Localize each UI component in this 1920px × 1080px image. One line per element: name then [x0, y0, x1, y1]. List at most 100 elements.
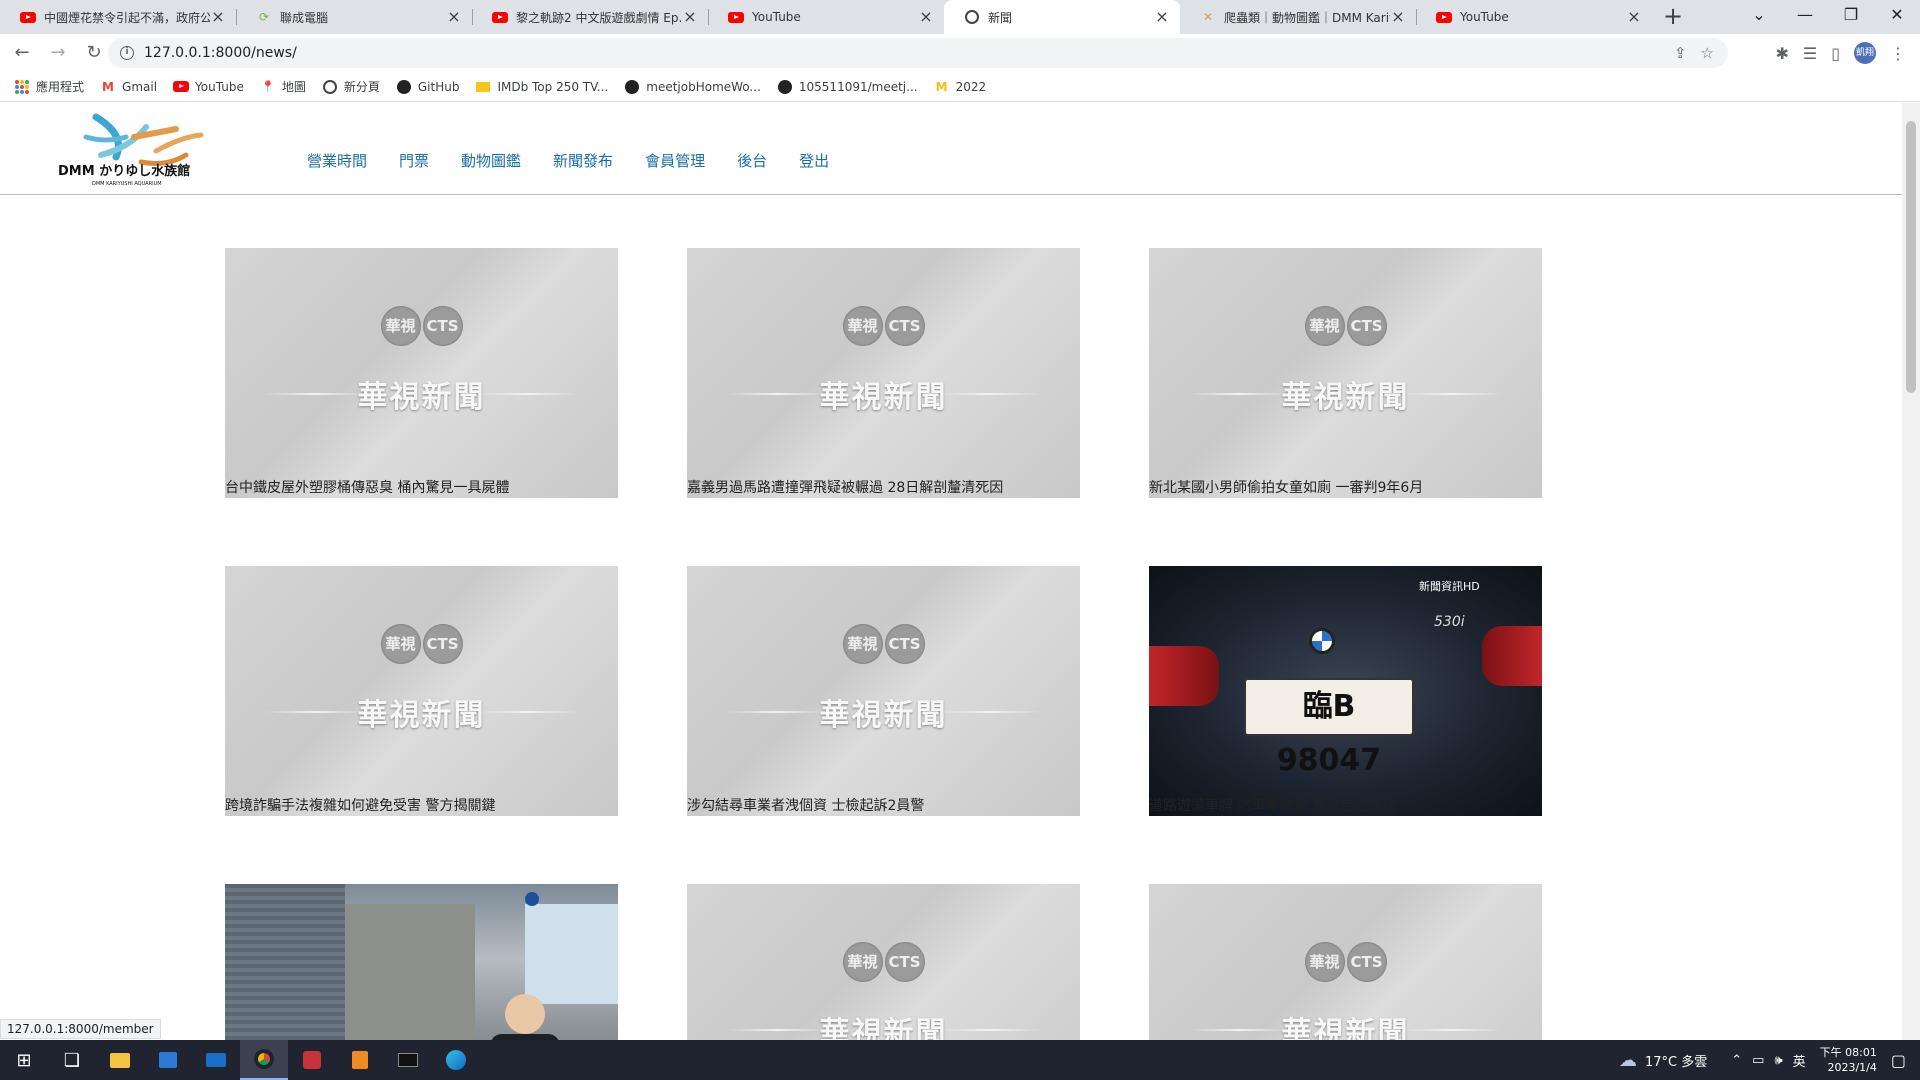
site-nav-link[interactable]: 營業時間 — [307, 150, 367, 171]
news-caption[interactable]: 涉勾結尋車業者洩個資 士檢起訴2員警 — [687, 796, 1080, 816]
restore-button[interactable]: ❐ — [1828, 0, 1874, 34]
close-tab-icon[interactable]: × — [1154, 9, 1170, 25]
reload-button[interactable]: ↻ — [80, 39, 108, 67]
news-thumbnail[interactable]: 華視 CTS 華視新聞 — [1149, 884, 1542, 1040]
weather-widget[interactable]: ☁ 17°C 多雲 — [1619, 1050, 1707, 1071]
weather-text: 17°C 多雲 — [1644, 1054, 1708, 1070]
task-view-icon[interactable]: ❏ — [48, 1040, 96, 1080]
sublime-text-icon[interactable] — [336, 1040, 384, 1080]
news-card[interactable]: 華視 CTS 華視新聞 — [687, 884, 1080, 1040]
file-explorer-icon[interactable] — [96, 1040, 144, 1080]
avatar[interactable]: 凱翔 — [1854, 42, 1876, 64]
news-caption[interactable]: 嘉義男過馬路遭撞彈飛疑被輾過 28日解剖釐清死因 — [687, 478, 1080, 498]
windows-start-icon[interactable]: ⊞ — [0, 1040, 48, 1080]
share-icon[interactable]: ⇪ — [1674, 44, 1687, 62]
news-card[interactable]: 華視 CTS 華視新聞 涉勾結尋車業者洩個資 士檢起訴2員警 — [687, 566, 1080, 816]
site-logo[interactable]: DMM かりゆし水族館 DMM KARIYUSHI AQUARIUM — [56, 107, 246, 189]
news-card[interactable] — [225, 884, 618, 1040]
bookmark-item[interactable]: meetjobHomeWo... — [624, 79, 761, 95]
browser-tab[interactable]: 中國煙花禁令引起不滿，政府公 × — [0, 0, 236, 34]
bookmark-item[interactable]: M 2022 — [934, 79, 987, 95]
news-card[interactable]: 華視 CTS 華視新聞 — [1149, 884, 1542, 1040]
news-thumbnail[interactable]: 華視 CTS 華視新聞 — [1149, 248, 1542, 498]
news-thumbnail[interactable]: 華視 CTS 華視新聞 — [225, 248, 618, 498]
site-nav-link[interactable]: 動物圖鑑 — [461, 150, 521, 171]
extensions-icon[interactable]: ✱ — [1775, 44, 1788, 63]
close-window-button[interactable]: ✕ — [1874, 0, 1920, 34]
address-bar[interactable]: i 127.0.0.1:8000/news/ ⇪ ☆ — [108, 38, 1728, 68]
site-info-icon[interactable]: i — [120, 46, 134, 60]
store-icon[interactable] — [144, 1040, 192, 1080]
new-tab-button[interactable]: + — [1656, 0, 1690, 34]
side-panel-icon[interactable]: ▯ — [1831, 44, 1840, 63]
bookmark-item[interactable]: GitHub — [396, 79, 459, 95]
news-thumbnail[interactable]: 華視 CTS 華視新聞 — [687, 884, 1080, 1040]
window-controls: ⌄ — ❐ ✕ — [1736, 0, 1920, 34]
back-button[interactable]: ← — [8, 39, 36, 67]
terminal-icon[interactable] — [384, 1040, 432, 1080]
news-card[interactable]: 華視 CTS 華視新聞 台中鐵皮屋外塑膠桶傳惡臭 桶內驚見一具屍體 — [225, 248, 618, 498]
browser-tab[interactable]: 黎之軌跡2 中文版遊戲劇情 Ep.3 × — [472, 0, 708, 34]
browser-tab[interactable]: YouTube × — [1416, 0, 1652, 34]
news-thumbnail[interactable]: 華視 CTS 華視新聞 — [687, 248, 1080, 498]
address-url[interactable]: 127.0.0.1:8000/news/ — [144, 45, 297, 61]
chrome-icon[interactable] — [240, 1040, 288, 1080]
site-nav-link[interactable]: 會員管理 — [645, 150, 705, 171]
news-caption[interactable]: 新北某國小男師偷拍女童如廁 一審判9年6月 — [1149, 478, 1542, 498]
notification-icon[interactable]: ▢ — [1891, 1051, 1906, 1070]
ime-indicator[interactable]: 英 — [1793, 1051, 1806, 1070]
volume-icon[interactable]: 🕪 — [1774, 1053, 1782, 1068]
close-tab-icon[interactable]: × — [1390, 9, 1406, 25]
news-caption[interactable]: 跨境詐騙手法複雜如何避免受害 警方揭關鍵 — [225, 796, 618, 816]
network-icon[interactable]: ▭ — [1752, 1053, 1764, 1068]
cts-badge: 華視 — [842, 942, 883, 982]
reading-list-icon[interactable]: ☰ — [1803, 44, 1817, 63]
scrollbar-thumb[interactable] — [1906, 121, 1916, 393]
browser-tab[interactable]: YouTube × — [708, 0, 944, 34]
browser-tab[interactable]: ✕ 爬蟲類｜動物圖鑑｜DMM Kariy × — [1180, 0, 1416, 34]
news-thumbnail[interactable]: 華視 CTS 華視新聞 — [225, 566, 618, 816]
news-card[interactable]: 華視 CTS 華視新聞 跨境詐騙手法複雜如何避免受害 警方揭關鍵 — [225, 566, 618, 816]
site-nav-link[interactable]: 登出 — [799, 150, 829, 171]
cts-badge: CTS — [422, 624, 463, 664]
news-thumbnail[interactable]: 華視 CTS 華視新聞 — [687, 566, 1080, 816]
minimize-button[interactable]: — — [1782, 0, 1828, 34]
bookmark-item[interactable]: 應用程式 — [14, 78, 84, 95]
browser-tab[interactable]: ⟳ 聯成電腦 × — [236, 0, 472, 34]
bookmark-item[interactable]: IMDb Top 250 TV... — [475, 79, 608, 95]
mail-icon[interactable] — [192, 1040, 240, 1080]
news-caption[interactable]: 台中鐵皮屋外塑膠桶傳惡臭 桶內驚見一具屍體 — [225, 478, 618, 498]
close-tab-icon[interactable]: × — [918, 9, 934, 25]
news-thumbnail[interactable]: 新聞資訊HD 530i 臨B 98047 — [1149, 566, 1542, 816]
bookmark-item[interactable]: 105511091/meetj... — [777, 79, 918, 95]
edge-icon[interactable] — [432, 1040, 480, 1080]
bookmark-item[interactable]: M Gmail — [100, 79, 157, 95]
bookmark-star-icon[interactable]: ☆ — [1701, 44, 1714, 62]
app-icon[interactable] — [288, 1040, 336, 1080]
tab-favicon — [20, 9, 36, 25]
close-tab-icon[interactable]: × — [446, 9, 462, 25]
browser-tab[interactable]: 新聞 × — [944, 0, 1180, 34]
close-tab-icon[interactable]: × — [1626, 9, 1642, 25]
clock[interactable]: 下午 08:01 2023/1/4 — [1820, 1045, 1877, 1075]
site-nav-link[interactable]: 門票 — [399, 150, 429, 171]
close-tab-icon[interactable]: × — [682, 9, 698, 25]
site-nav-link[interactable]: 後台 — [737, 150, 767, 171]
tab-search-icon[interactable]: ⌄ — [1736, 0, 1782, 34]
news-card[interactable]: 華視 CTS 華視新聞 新北某國小男師偷拍女童如廁 一審判9年6月 — [1149, 248, 1542, 498]
bookmark-item[interactable]: 新分頁 — [322, 78, 380, 95]
site-nav: 營業時間 門票 動物圖鑑 新聞發布 會員管理 後台 登出 — [307, 150, 861, 171]
forward-button[interactable]: → — [44, 39, 72, 67]
cts-title: 華視新聞 — [1281, 380, 1410, 415]
menu-icon[interactable]: ⋮ — [1890, 44, 1906, 63]
news-card[interactable]: 華視 CTS 華視新聞 嘉義男過馬路遭撞彈飛疑被輾過 28日解剖釐清死因 — [687, 248, 1080, 498]
news-thumbnail[interactable] — [225, 884, 618, 1040]
close-tab-icon[interactable]: × — [210, 9, 226, 25]
tray-expand-icon[interactable]: ⌃ — [1731, 1053, 1742, 1068]
bookmark-item[interactable]: 📍 地圖 — [260, 78, 306, 95]
site-nav-link[interactable]: 新聞發布 — [553, 150, 613, 171]
page-scrollbar[interactable] — [1902, 103, 1920, 1040]
bookmark-item[interactable]: YouTube — [173, 79, 244, 95]
news-card[interactable]: 新聞資訊HD 530i 臨B 98047 道路遊蕩車牌 汽車業疑怨 要我自己處理 — [1149, 566, 1542, 816]
news-caption[interactable]: 道路遊蕩車牌 汽車業疑怨 要我自己處理 — [1149, 796, 1542, 816]
